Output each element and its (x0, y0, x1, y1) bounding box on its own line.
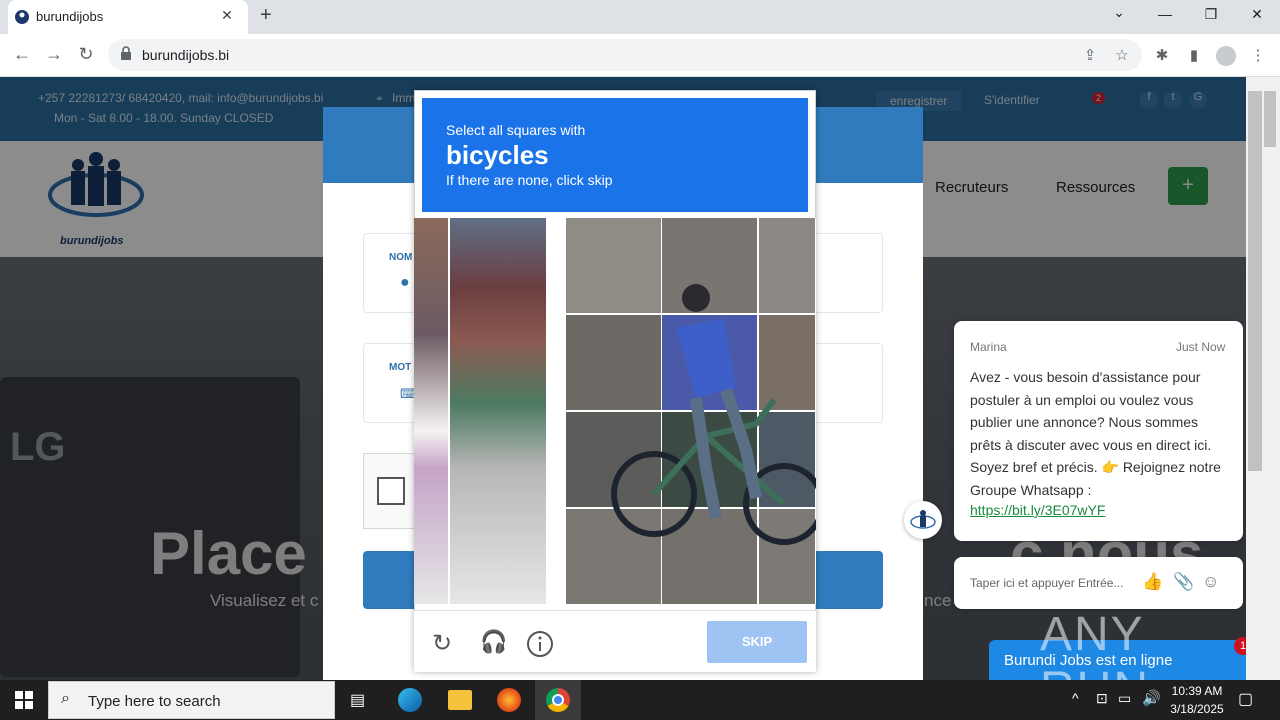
chat-input-placeholder: Taper ici et appuyer Entrée... (970, 576, 1124, 590)
close-window-button[interactable]: ✕ (1242, 6, 1272, 23)
page-scrollbar[interactable] (1246, 77, 1280, 680)
chat-agent-name: Marina (970, 340, 1007, 354)
chat-scrollbar-thumb[interactable] (1264, 91, 1276, 147)
thumbs-up-icon[interactable]: 👍 (1142, 572, 1163, 592)
network-icon[interactable]: ▭ (1118, 690, 1131, 707)
task-view-icon[interactable]: ▤ (350, 690, 365, 710)
menu-kebab-icon[interactable]: ⋮ (1248, 46, 1268, 66)
captcha-image-grid (414, 218, 816, 604)
site-favicon-icon (15, 10, 29, 24)
tray-expand-icon[interactable]: ^ (1072, 690, 1079, 706)
clock-date[interactable]: 3/18/2025 (1166, 702, 1228, 716)
captcha-strip-mid (450, 218, 546, 604)
tray-device-icon[interactable]: ⊡ (1096, 690, 1108, 707)
scrollbar-thumb[interactable] (1248, 91, 1262, 471)
chrome-taskbar-item[interactable] (535, 680, 581, 720)
lock-icon (121, 46, 131, 60)
tab-title: burundijobs (36, 9, 104, 24)
bookmark-star-icon[interactable]: ☆ (1112, 46, 1132, 66)
chat-message-text: Avez - vous besoin d'assistance pour pos… (970, 369, 1221, 498)
captcha-instruction: Select all squares with (446, 122, 586, 138)
user-icon: ● (400, 274, 410, 291)
emoji-icon[interactable]: ☺ (1202, 572, 1219, 592)
windows-start-icon[interactable] (15, 691, 33, 709)
captcha-target: bicycles (446, 140, 549, 170)
refresh-icon[interactable]: ↻ (432, 629, 452, 658)
captcha-hint: If there are none, click skip (446, 172, 613, 188)
name-field-label: NOM (389, 252, 413, 263)
audio-challenge-icon[interactable]: 🎧 (480, 629, 507, 655)
extensions-icon[interactable]: ✱ (1152, 46, 1172, 66)
recaptcha-checkbox[interactable] (377, 477, 405, 505)
skip-button[interactable]: SKIP (707, 621, 807, 663)
tab-search-icon[interactable]: ⌄ (1104, 4, 1134, 21)
chat-input-box[interactable]: Taper ici et appuyer Entrée... 👍 📎 ☺ (954, 557, 1243, 609)
whatsapp-link[interactable]: https://bit.ly/3E07wYF (970, 502, 1105, 518)
profile-avatar-icon[interactable] (1216, 46, 1236, 66)
clock-time[interactable]: 10:39 AM (1168, 684, 1226, 698)
edge-icon[interactable] (398, 688, 422, 712)
reload-button[interactable]: ↻ (74, 44, 98, 65)
captcha-header: Select all squares with bicycles If ther… (422, 98, 808, 212)
address-bar[interactable] (108, 39, 1142, 71)
search-icon: ⌕ (61, 690, 70, 707)
volume-icon[interactable]: 🔊 (1142, 689, 1161, 707)
side-panel-icon[interactable]: ▮ (1184, 46, 1204, 66)
tab-close-icon[interactable]: ✕ (218, 7, 236, 24)
back-button[interactable]: ← (10, 44, 34, 65)
attachment-icon[interactable]: 📎 (1173, 572, 1194, 592)
chat-message-card: Marina Just Now Avez - vous besoin d'ass… (954, 321, 1243, 541)
agent-logo-icon (910, 510, 936, 529)
chrome-icon-center (554, 696, 562, 704)
firefox-icon[interactable] (497, 688, 521, 712)
forward-button[interactable]: → (42, 44, 66, 65)
anyrun-watermark: ANY RUN (1040, 608, 1148, 680)
search-placeholder: Type here to search (88, 693, 221, 710)
new-tab-button[interactable]: + (260, 4, 272, 27)
captcha-strip-left (414, 218, 448, 604)
chat-agent-avatar (904, 501, 942, 539)
taskbar-search-box[interactable]: ⌕ Type here to search (48, 681, 335, 719)
chat-time: Just Now (1176, 340, 1226, 354)
password-field-label: MOT (389, 362, 412, 373)
cyclist-image (611, 284, 816, 545)
notification-center-icon[interactable]: ▢ (1238, 689, 1253, 709)
restore-button[interactable]: ❐ (1196, 6, 1226, 23)
info-icon[interactable] (526, 630, 554, 658)
url-text[interactable]: burundijobs.bi (142, 47, 229, 63)
minimize-button[interactable]: — (1150, 6, 1180, 22)
share-icon[interactable]: ⇪ (1080, 46, 1100, 66)
file-explorer-icon[interactable] (448, 690, 472, 710)
